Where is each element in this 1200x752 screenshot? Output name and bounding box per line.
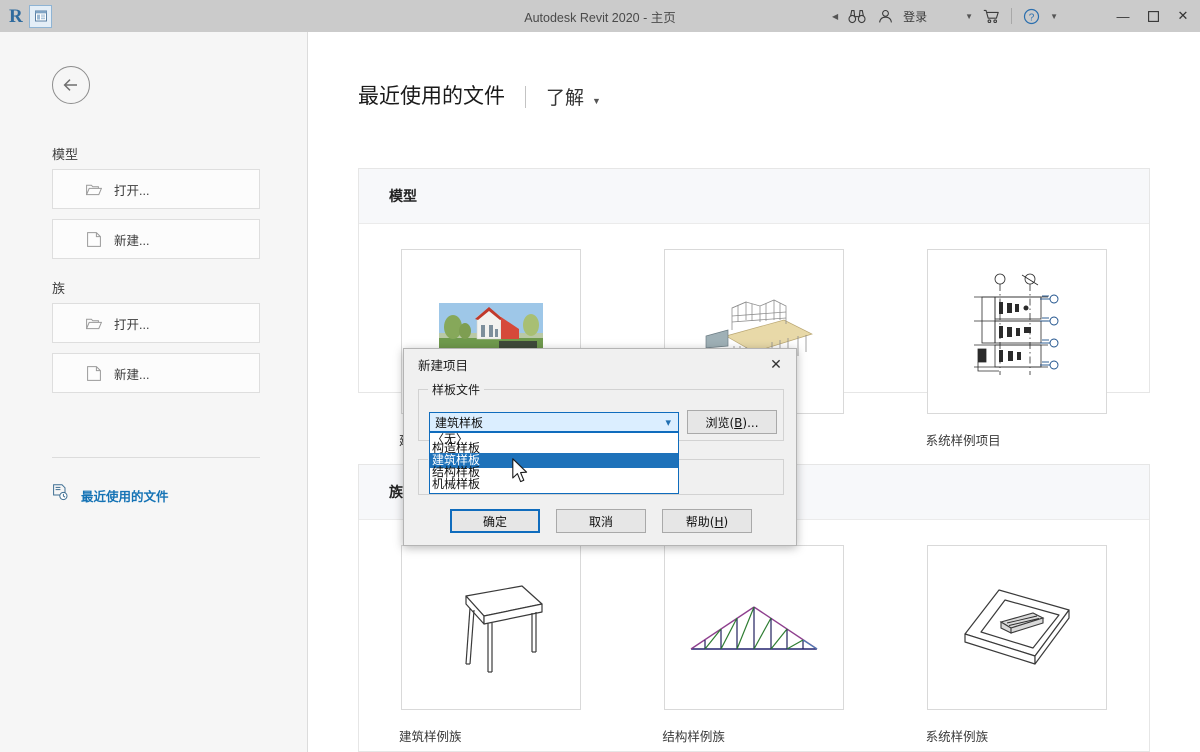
- sidebar-item-recent-files[interactable]: 最近使用的文件: [52, 484, 169, 506]
- card-architectural-sample-family[interactable]: 建筑样例族: [359, 545, 622, 745]
- dialog-title-bar: 新建项目 ✕: [404, 349, 796, 379]
- dropdown-option[interactable]: 机械样板: [432, 477, 678, 492]
- dialog-button-row: 确定 取消 帮助(H): [404, 509, 798, 533]
- chevron-down-icon-account[interactable]: ▼: [927, 0, 977, 32]
- new-file-icon: [83, 231, 105, 247]
- mouse-cursor: [512, 458, 529, 489]
- new-file-icon: [83, 365, 105, 381]
- chevron-down-icon-help[interactable]: ▼: [1046, 0, 1062, 32]
- page-title: 最近使用的文件: [358, 85, 505, 108]
- sidebar-item-label: 打开...: [114, 183, 150, 198]
- card-label: 系统样例族: [925, 730, 989, 744]
- chevron-down-icon-combobox[interactable]: ▾: [665, 416, 671, 429]
- card-row-families: 建筑样例族 结构样例族 系统样例族: [359, 520, 1149, 745]
- dialog-title: 新建项目: [418, 358, 469, 373]
- sidebar-item-new-model[interactable]: 新建...: [52, 219, 260, 259]
- group-title-models: 模型: [359, 169, 1149, 224]
- title-bar: R Autodesk Revit 2020 - 主页 ◀ 登录 ▼ ? ▼ — …: [0, 0, 1200, 32]
- person-icon[interactable]: [872, 0, 899, 32]
- revit-logo-icon: R: [9, 5, 23, 27]
- template-file-combobox[interactable]: 建筑样板 ▾: [429, 412, 679, 432]
- close-button[interactable]: ✕: [1168, 0, 1198, 32]
- duct-family-thumb: [927, 545, 1108, 710]
- sidebar-item-open-family[interactable]: 打开...: [52, 303, 260, 343]
- sidebar-item-label: 最近使用的文件: [81, 489, 169, 504]
- panel-icon[interactable]: [29, 4, 53, 28]
- binoculars-icon[interactable]: [842, 0, 872, 32]
- help-circle-icon[interactable]: ?: [1017, 0, 1046, 32]
- sidebar-item-open-model[interactable]: 打开...: [52, 169, 260, 209]
- titlebar-right-controls: ◀ 登录 ▼ ? ▼ — ✕: [828, 0, 1200, 32]
- sign-in-label[interactable]: 登录: [899, 8, 927, 25]
- card-label: 建筑样例族: [399, 730, 462, 744]
- recent-file-icon: [52, 484, 69, 506]
- sidebar-item-label: 新建...: [114, 233, 150, 248]
- titlebar-divider: [1011, 8, 1013, 24]
- shopping-cart-icon[interactable]: [977, 0, 1006, 32]
- sidebar-item-label: 打开...: [114, 317, 150, 332]
- card-label: 系统样例项目: [925, 434, 1001, 448]
- open-folder-icon: [83, 183, 105, 196]
- card-structural-sample-family[interactable]: 结构样例族: [622, 545, 885, 745]
- page-header: 最近使用的文件 了解 ▼: [358, 80, 601, 110]
- quick-access-toolbar: R: [0, 0, 53, 32]
- svg-text:?: ?: [1029, 12, 1035, 23]
- header-divider: [525, 86, 526, 108]
- learn-menu[interactable]: 了解: [546, 83, 584, 110]
- sidebar-section-title-model: 模型: [52, 147, 79, 162]
- maximize-button[interactable]: [1138, 0, 1168, 32]
- minimize-button[interactable]: —: [1108, 0, 1138, 32]
- ok-button[interactable]: 确定: [450, 509, 540, 533]
- browse-button[interactable]: 浏览(B)...: [687, 410, 777, 434]
- revit-home-window: R Autodesk Revit 2020 - 主页 ◀ 登录 ▼ ? ▼ — …: [0, 0, 1200, 752]
- template-file-dropdown-list[interactable]: 〈无〉 构造样板 建筑样板 结构样板 机械样板: [429, 432, 679, 494]
- card-label: 结构样例族: [662, 730, 725, 744]
- open-folder-icon: [83, 317, 105, 330]
- help-button[interactable]: 帮助(H): [662, 509, 752, 533]
- sidebar-divider: [52, 457, 260, 458]
- truss-family-thumb: [663, 545, 844, 710]
- chevron-down-icon-learn[interactable]: ▼: [592, 96, 601, 106]
- left-caret-icon[interactable]: ◀: [828, 0, 842, 32]
- sidebar-item-new-family[interactable]: 新建...: [52, 353, 260, 393]
- card-systems-sample-family[interactable]: 系统样例族: [886, 545, 1149, 745]
- sidebar-item-label: 新建...: [114, 367, 150, 382]
- table-family-thumb: [400, 545, 581, 710]
- back-arrow-icon[interactable]: [52, 66, 90, 104]
- sidebar: 模型 打开... 新建... 族 打开... 新建... 最近使用的文件: [0, 32, 308, 752]
- close-icon[interactable]: ✕: [756, 349, 796, 379]
- systems-section-thumb: [927, 249, 1108, 414]
- template-file-legend: 样板文件: [428, 381, 485, 398]
- card-systems-sample-project[interactable]: 系统样例项目: [886, 249, 1149, 449]
- combobox-value: 建筑样板: [435, 415, 484, 430]
- sidebar-section-title-family: 族: [52, 281, 66, 296]
- cancel-button[interactable]: 取消: [556, 509, 646, 533]
